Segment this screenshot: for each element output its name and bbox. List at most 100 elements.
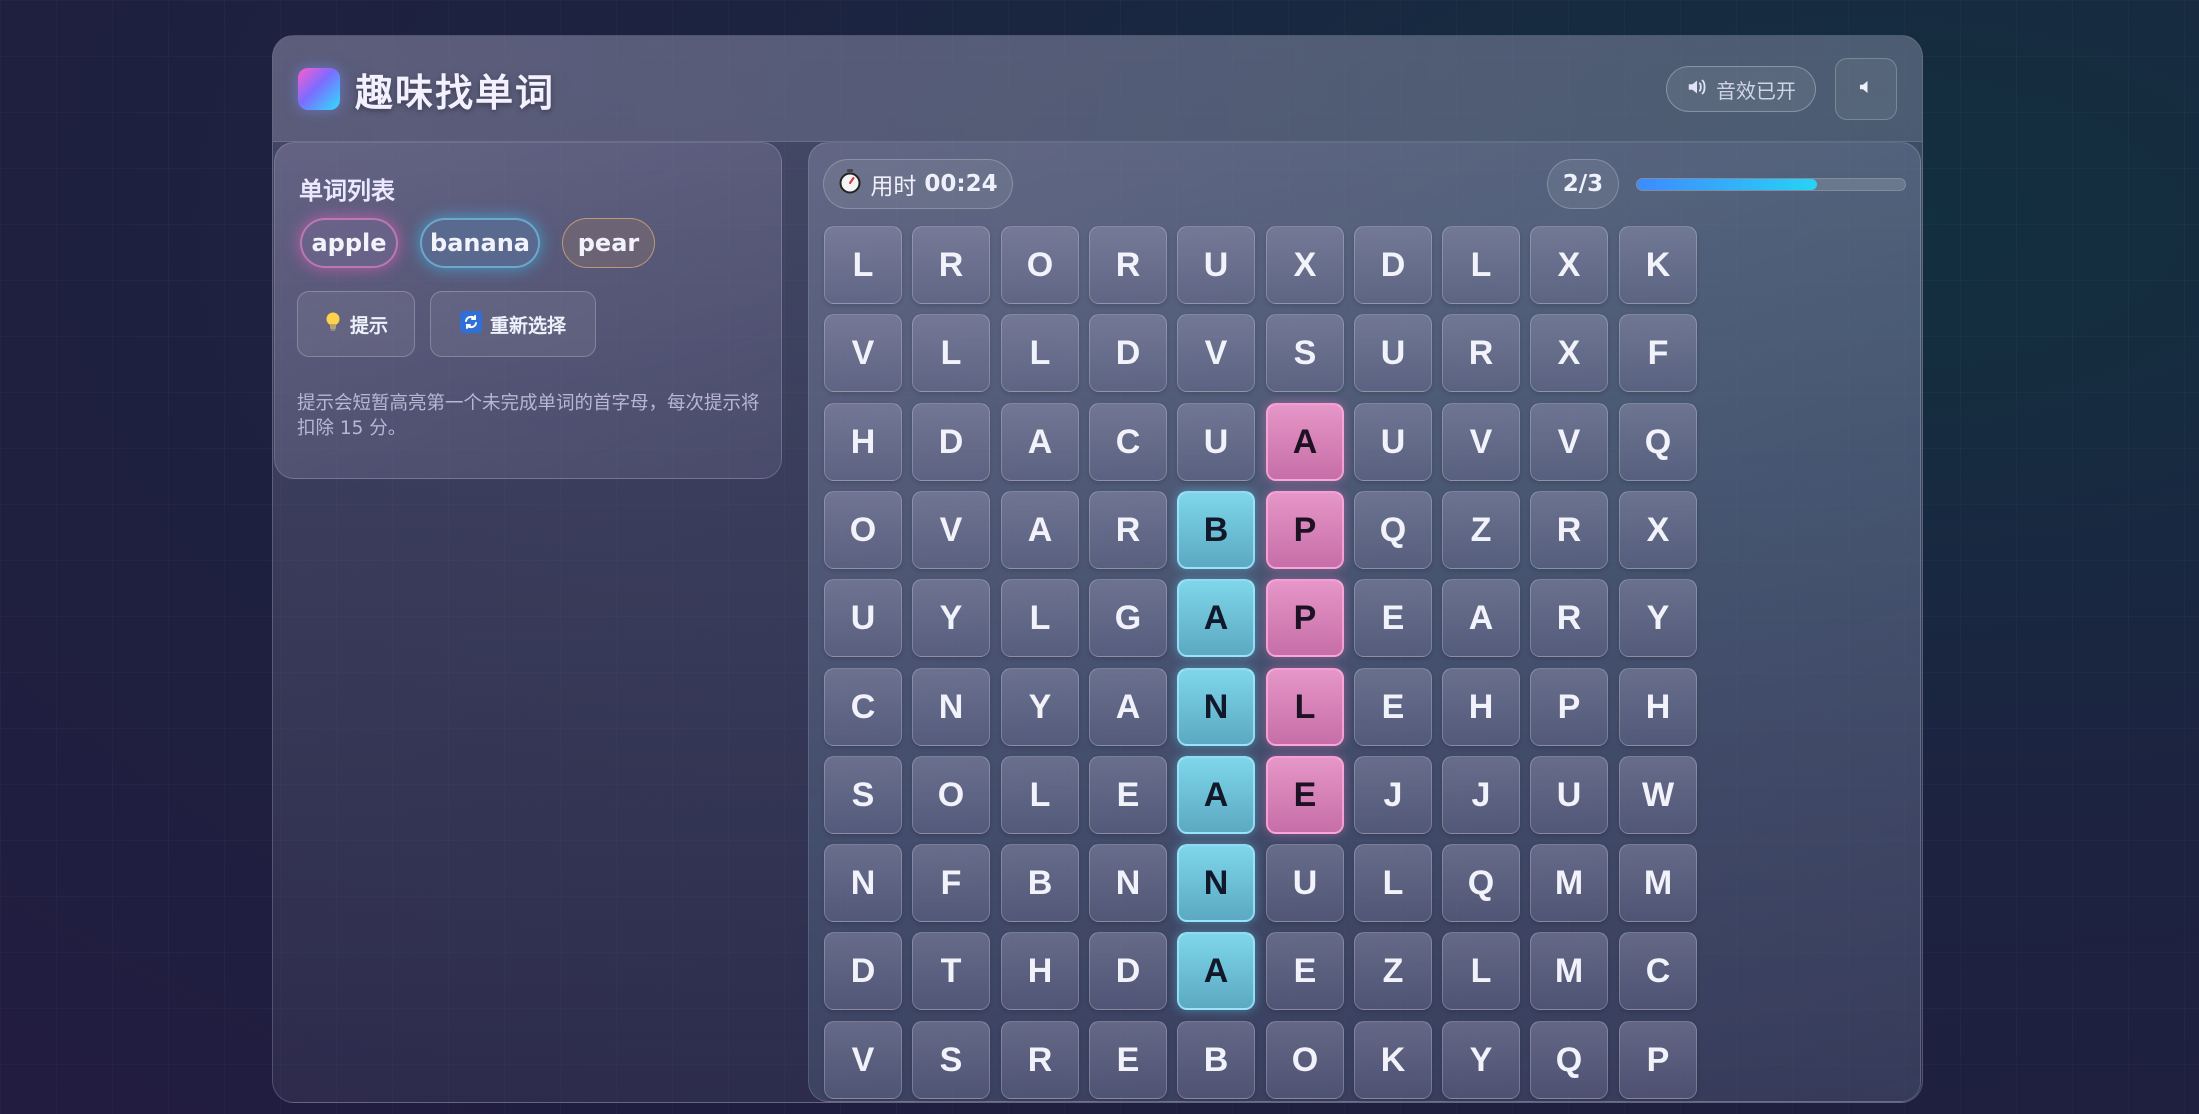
grid-cell[interactable]: L bbox=[1001, 314, 1079, 392]
grid-cell[interactable]: U bbox=[1354, 314, 1432, 392]
grid-cell[interactable]: S bbox=[1266, 314, 1344, 392]
grid-cell[interactable]: V bbox=[1177, 314, 1255, 392]
grid-cell[interactable]: Y bbox=[1619, 579, 1697, 657]
grid-cell[interactable]: A bbox=[1001, 403, 1079, 481]
grid-cell[interactable]: Z bbox=[1354, 932, 1432, 1010]
grid-cell[interactable]: R bbox=[1001, 1021, 1079, 1099]
mute-button[interactable] bbox=[1835, 58, 1897, 120]
grid-cell[interactable]: Q bbox=[1442, 844, 1520, 922]
grid-cell[interactable]: S bbox=[824, 756, 902, 834]
grid-cell[interactable]: O bbox=[824, 491, 902, 569]
grid-cell[interactable]: V bbox=[912, 491, 990, 569]
grid-cell[interactable]: V bbox=[824, 314, 902, 392]
grid-cell[interactable]: E bbox=[1089, 1021, 1167, 1099]
grid-cell[interactable]: B bbox=[1177, 491, 1255, 569]
grid-cell[interactable]: E bbox=[1354, 579, 1432, 657]
grid-cell[interactable]: X bbox=[1530, 314, 1608, 392]
grid-cell[interactable]: N bbox=[824, 844, 902, 922]
grid-cell[interactable]: N bbox=[912, 668, 990, 746]
grid-cell[interactable]: E bbox=[1354, 668, 1432, 746]
grid-cell[interactable]: V bbox=[1442, 403, 1520, 481]
grid-cell[interactable]: W bbox=[1619, 756, 1697, 834]
grid-cell[interactable]: Y bbox=[1001, 668, 1079, 746]
grid-cell[interactable]: H bbox=[1001, 932, 1079, 1010]
grid-cell[interactable]: R bbox=[912, 226, 990, 304]
grid-cell[interactable]: D bbox=[1089, 932, 1167, 1010]
grid-cell[interactable]: C bbox=[824, 668, 902, 746]
grid-cell[interactable]: A bbox=[1089, 668, 1167, 746]
grid-cell[interactable]: J bbox=[1354, 756, 1432, 834]
grid-cell[interactable]: S bbox=[912, 1021, 990, 1099]
grid-cell[interactable]: X bbox=[1266, 226, 1344, 304]
grid-cell[interactable]: L bbox=[1001, 756, 1079, 834]
grid-cell[interactable]: O bbox=[1266, 1021, 1344, 1099]
grid-cell[interactable]: A bbox=[1266, 403, 1344, 481]
grid-cell[interactable]: R bbox=[1530, 579, 1608, 657]
grid-cell[interactable]: Q bbox=[1354, 491, 1432, 569]
grid-cell[interactable]: P bbox=[1530, 668, 1608, 746]
grid-cell[interactable]: D bbox=[1089, 314, 1167, 392]
grid-cell[interactable]: U bbox=[1177, 403, 1255, 481]
grid-cell[interactable]: H bbox=[1442, 668, 1520, 746]
grid-cell[interactable]: H bbox=[1619, 668, 1697, 746]
grid-cell[interactable]: M bbox=[1530, 932, 1608, 1010]
grid-cell[interactable]: A bbox=[1001, 491, 1079, 569]
grid-cell[interactable]: Y bbox=[912, 579, 990, 657]
grid-cell[interactable]: G bbox=[1089, 579, 1167, 657]
word-chip-pear[interactable]: pear bbox=[562, 218, 655, 268]
word-chip-apple[interactable]: apple bbox=[300, 218, 398, 268]
grid-cell[interactable]: X bbox=[1619, 491, 1697, 569]
grid-cell[interactable]: R bbox=[1089, 491, 1167, 569]
grid-cell[interactable]: V bbox=[1530, 403, 1608, 481]
grid-cell[interactable]: B bbox=[1177, 1021, 1255, 1099]
grid-cell[interactable]: A bbox=[1442, 579, 1520, 657]
grid-cell[interactable]: X bbox=[1530, 226, 1608, 304]
grid-cell[interactable]: O bbox=[912, 756, 990, 834]
grid-cell[interactable]: P bbox=[1619, 1021, 1697, 1099]
grid-cell[interactable]: U bbox=[1354, 403, 1432, 481]
grid-cell[interactable]: N bbox=[1177, 668, 1255, 746]
grid-cell[interactable]: E bbox=[1266, 756, 1344, 834]
grid-cell[interactable]: C bbox=[1619, 932, 1697, 1010]
grid-cell[interactable]: O bbox=[1001, 226, 1079, 304]
grid-cell[interactable]: H bbox=[824, 403, 902, 481]
grid-cell[interactable]: U bbox=[1530, 756, 1608, 834]
grid-cell[interactable]: B bbox=[1001, 844, 1079, 922]
grid-cell[interactable]: P bbox=[1266, 579, 1344, 657]
grid-cell[interactable]: F bbox=[912, 844, 990, 922]
grid-cell[interactable]: L bbox=[1266, 668, 1344, 746]
grid-cell[interactable]: A bbox=[1177, 932, 1255, 1010]
grid-cell[interactable]: D bbox=[1354, 226, 1432, 304]
grid-cell[interactable]: K bbox=[1354, 1021, 1432, 1099]
grid-cell[interactable]: M bbox=[1530, 844, 1608, 922]
grid-cell[interactable]: A bbox=[1177, 756, 1255, 834]
grid-cell[interactable]: M bbox=[1619, 844, 1697, 922]
grid-cell[interactable]: L bbox=[1001, 579, 1079, 657]
grid-cell[interactable]: R bbox=[1442, 314, 1520, 392]
grid-cell[interactable]: E bbox=[1089, 756, 1167, 834]
grid-cell[interactable]: P bbox=[1266, 491, 1344, 569]
grid-cell[interactable]: U bbox=[1266, 844, 1344, 922]
grid-cell[interactable]: A bbox=[1177, 579, 1255, 657]
hint-button[interactable]: 提示 bbox=[297, 291, 415, 357]
grid-cell[interactable]: Q bbox=[1530, 1021, 1608, 1099]
grid-cell[interactable]: U bbox=[824, 579, 902, 657]
grid-cell[interactable]: Y bbox=[1442, 1021, 1520, 1099]
grid-cell[interactable]: Z bbox=[1442, 491, 1520, 569]
grid-cell[interactable]: L bbox=[1442, 932, 1520, 1010]
word-chip-banana[interactable]: banana bbox=[420, 218, 540, 268]
grid-cell[interactable]: D bbox=[824, 932, 902, 1010]
grid-cell[interactable]: R bbox=[1530, 491, 1608, 569]
grid-cell[interactable]: R bbox=[1089, 226, 1167, 304]
grid-cell[interactable]: V bbox=[824, 1021, 902, 1099]
grid-cell[interactable]: K bbox=[1619, 226, 1697, 304]
grid-cell[interactable]: T bbox=[912, 932, 990, 1010]
sound-status-button[interactable]: 音效已开 bbox=[1666, 66, 1816, 112]
grid-cell[interactable]: L bbox=[824, 226, 902, 304]
grid-cell[interactable]: N bbox=[1089, 844, 1167, 922]
grid-cell[interactable]: C bbox=[1089, 403, 1167, 481]
reset-selection-button[interactable]: 重新选择 bbox=[430, 291, 596, 357]
grid-cell[interactable]: Q bbox=[1619, 403, 1697, 481]
grid-cell[interactable]: D bbox=[912, 403, 990, 481]
grid-cell[interactable]: L bbox=[1354, 844, 1432, 922]
